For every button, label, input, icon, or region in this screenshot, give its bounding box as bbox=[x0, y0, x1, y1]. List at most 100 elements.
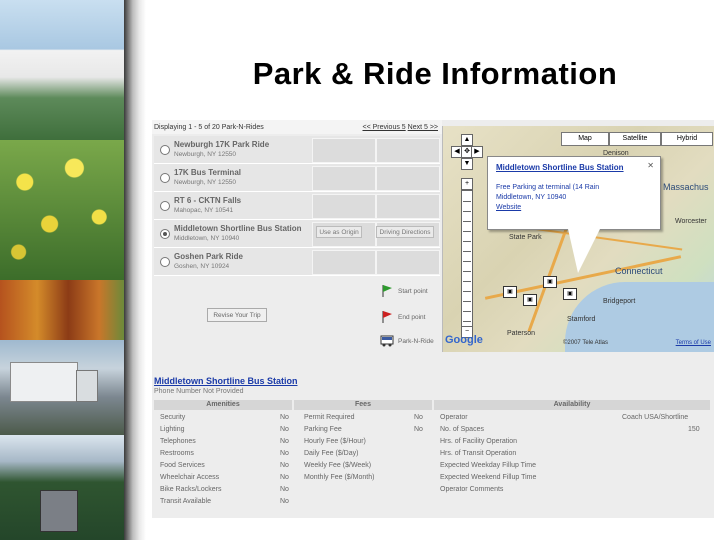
legend-pnr-label: Park-N-Ride bbox=[398, 338, 434, 345]
results-header: Displaying 1 - 5 of 20 Park-N-Rides << P… bbox=[152, 120, 442, 134]
result-radio[interactable] bbox=[160, 173, 170, 183]
result-cell bbox=[376, 194, 440, 219]
result-name: RT 6 - CKTN Falls bbox=[174, 196, 242, 205]
map-label: Stamford bbox=[567, 316, 596, 323]
map-label: Massachus bbox=[663, 182, 709, 192]
park-ride-screenshot: Displaying 1 - 5 of 20 Park-N-Rides << P… bbox=[152, 120, 714, 518]
map-copyright: ©2007 Tele Atlas bbox=[563, 340, 609, 346]
amenity-value: No bbox=[280, 474, 289, 481]
previous-link[interactable]: << Previous 5 bbox=[362, 124, 405, 131]
fee-label: Parking Fee bbox=[304, 426, 342, 433]
map-view[interactable]: Map Satellite Hybrid ▲ ◀ ✥ ▶ ▼ + − Massa… bbox=[442, 126, 714, 352]
result-row[interactable]: 17K Bus Terminal Newburgh, NY 12550 bbox=[154, 164, 440, 192]
bus-marker-icon[interactable]: ▣ bbox=[543, 276, 557, 288]
pan-right-icon[interactable]: ▶ bbox=[471, 146, 483, 158]
result-cell bbox=[376, 138, 440, 163]
amenity-value: No bbox=[280, 486, 289, 493]
amenity-label: Wheelchair Access bbox=[160, 474, 220, 481]
popup-title-link[interactable]: Middletown Shortline Bus Station bbox=[496, 163, 624, 172]
use-as-origin-button[interactable]: Use as Origin bbox=[316, 226, 362, 238]
zoom-slider[interactable] bbox=[461, 190, 473, 332]
map-type-hybrid-button[interactable]: Hybrid bbox=[661, 132, 713, 146]
amenity-value: No bbox=[280, 462, 289, 469]
availability-label: Operator Comments bbox=[440, 486, 504, 493]
bus-marker-icon[interactable]: ▣ bbox=[563, 288, 577, 300]
autumn-foliage-photo bbox=[0, 280, 124, 340]
result-row[interactable]: RT 6 - CKTN Falls Mahopac, NY 10541 bbox=[154, 192, 440, 220]
fee-value: No bbox=[414, 426, 423, 433]
truck-photo bbox=[0, 340, 124, 435]
result-row[interactable]: Goshen Park Ride Goshen, NY 10924 bbox=[154, 248, 440, 276]
green-flag-icon bbox=[382, 285, 392, 297]
result-address: Newburgh, NY 12550 bbox=[174, 151, 237, 158]
availability-column: Availability bbox=[434, 400, 710, 410]
fee-label: Weekly Fee ($/Week) bbox=[304, 462, 372, 469]
amenity-label: Bike Racks/Lockers bbox=[160, 486, 222, 493]
station-title-link[interactable]: Middletown Shortline Bus Station bbox=[154, 376, 298, 386]
train-photo bbox=[0, 435, 124, 540]
result-radio[interactable] bbox=[160, 201, 170, 211]
amenity-value: No bbox=[280, 426, 289, 433]
result-name: 17K Bus Terminal bbox=[174, 168, 241, 177]
popup-tail bbox=[568, 229, 600, 273]
pan-up-icon[interactable]: ▲ bbox=[461, 134, 473, 146]
revise-trip-button[interactable]: Revise Your Trip bbox=[207, 308, 267, 322]
zoom-in-icon[interactable]: + bbox=[461, 178, 473, 190]
result-address: Goshen, NY 10924 bbox=[174, 263, 230, 270]
bus-marker-icon[interactable]: ▣ bbox=[523, 294, 537, 306]
amenity-value: No bbox=[280, 450, 289, 457]
amenities-header: Amenities bbox=[154, 400, 292, 410]
availability-label: No. of Spaces bbox=[440, 426, 484, 433]
map-label: State Park bbox=[509, 234, 542, 241]
result-address: Mahopac, NY 10541 bbox=[174, 207, 234, 214]
legend-start-label: Start point bbox=[398, 288, 428, 295]
map-type-map-button[interactable]: Map bbox=[561, 132, 609, 146]
fee-label: Daily Fee ($/Day) bbox=[304, 450, 359, 457]
map-type-satellite-button[interactable]: Satellite bbox=[609, 132, 661, 146]
map-label: Paterson bbox=[507, 330, 536, 337]
amenities-column: Amenities bbox=[154, 400, 292, 410]
photo-strip bbox=[0, 0, 124, 540]
google-logo: Google bbox=[445, 334, 483, 346]
amenity-value: No bbox=[280, 414, 289, 421]
result-row-selected[interactable]: Middletown Shortline Bus Station Middlet… bbox=[154, 220, 440, 248]
popup-close-icon[interactable]: ✕ bbox=[647, 161, 654, 170]
fee-label: Hourly Fee ($/Hour) bbox=[304, 438, 366, 445]
availability-label: Hrs. of Transit Operation bbox=[440, 450, 517, 457]
result-name: Middletown Shortline Bus Station bbox=[174, 224, 302, 233]
amenity-label: Restrooms bbox=[160, 450, 194, 457]
pan-down-icon[interactable]: ▼ bbox=[461, 158, 473, 170]
availability-value: 150 bbox=[688, 426, 700, 433]
availability-label: Expected Weekday Fillup Time bbox=[440, 462, 536, 469]
result-radio[interactable] bbox=[160, 145, 170, 155]
fees-header: Fees bbox=[294, 400, 432, 410]
result-cell bbox=[376, 250, 440, 275]
map-label: Connecticut bbox=[615, 266, 663, 276]
divider-bar bbox=[124, 0, 146, 540]
fee-label: Permit Required bbox=[304, 414, 355, 421]
terms-of-use-link[interactable]: Terms of Use bbox=[676, 340, 711, 346]
fee-label: Monthly Fee ($/Month) bbox=[304, 474, 375, 481]
bus-marker-icon[interactable]: ▣ bbox=[503, 286, 517, 298]
driving-directions-button[interactable]: Driving Directions bbox=[376, 226, 434, 238]
availability-header: Availability bbox=[434, 400, 710, 410]
red-flag-icon bbox=[382, 311, 392, 323]
next-link[interactable]: Next 5 >> bbox=[408, 124, 438, 131]
popup-website-link[interactable]: Website bbox=[496, 204, 521, 211]
amenity-value: No bbox=[280, 498, 289, 505]
availability-value: Coach USA/Shortline bbox=[622, 414, 689, 421]
result-row[interactable]: Newburgh 17K Park Ride Newburgh, NY 1255… bbox=[154, 136, 440, 164]
results-pager: << Previous 5 Next 5 >> bbox=[362, 124, 438, 131]
boats-photo bbox=[0, 0, 124, 140]
result-cell bbox=[312, 250, 376, 275]
availability-label: Expected Weekend Fillup Time bbox=[440, 474, 537, 481]
result-cell bbox=[312, 138, 376, 163]
result-cell bbox=[312, 194, 376, 219]
result-address: Newburgh, NY 12550 bbox=[174, 179, 237, 186]
amenity-label: Transit Available bbox=[160, 498, 211, 505]
result-radio[interactable] bbox=[160, 257, 170, 267]
popup-parking-text: Free Parking at terminal (14 Rain bbox=[496, 184, 600, 191]
result-radio-selected[interactable] bbox=[160, 229, 170, 239]
result-name: Newburgh 17K Park Ride bbox=[174, 140, 270, 149]
result-cell bbox=[376, 166, 440, 191]
